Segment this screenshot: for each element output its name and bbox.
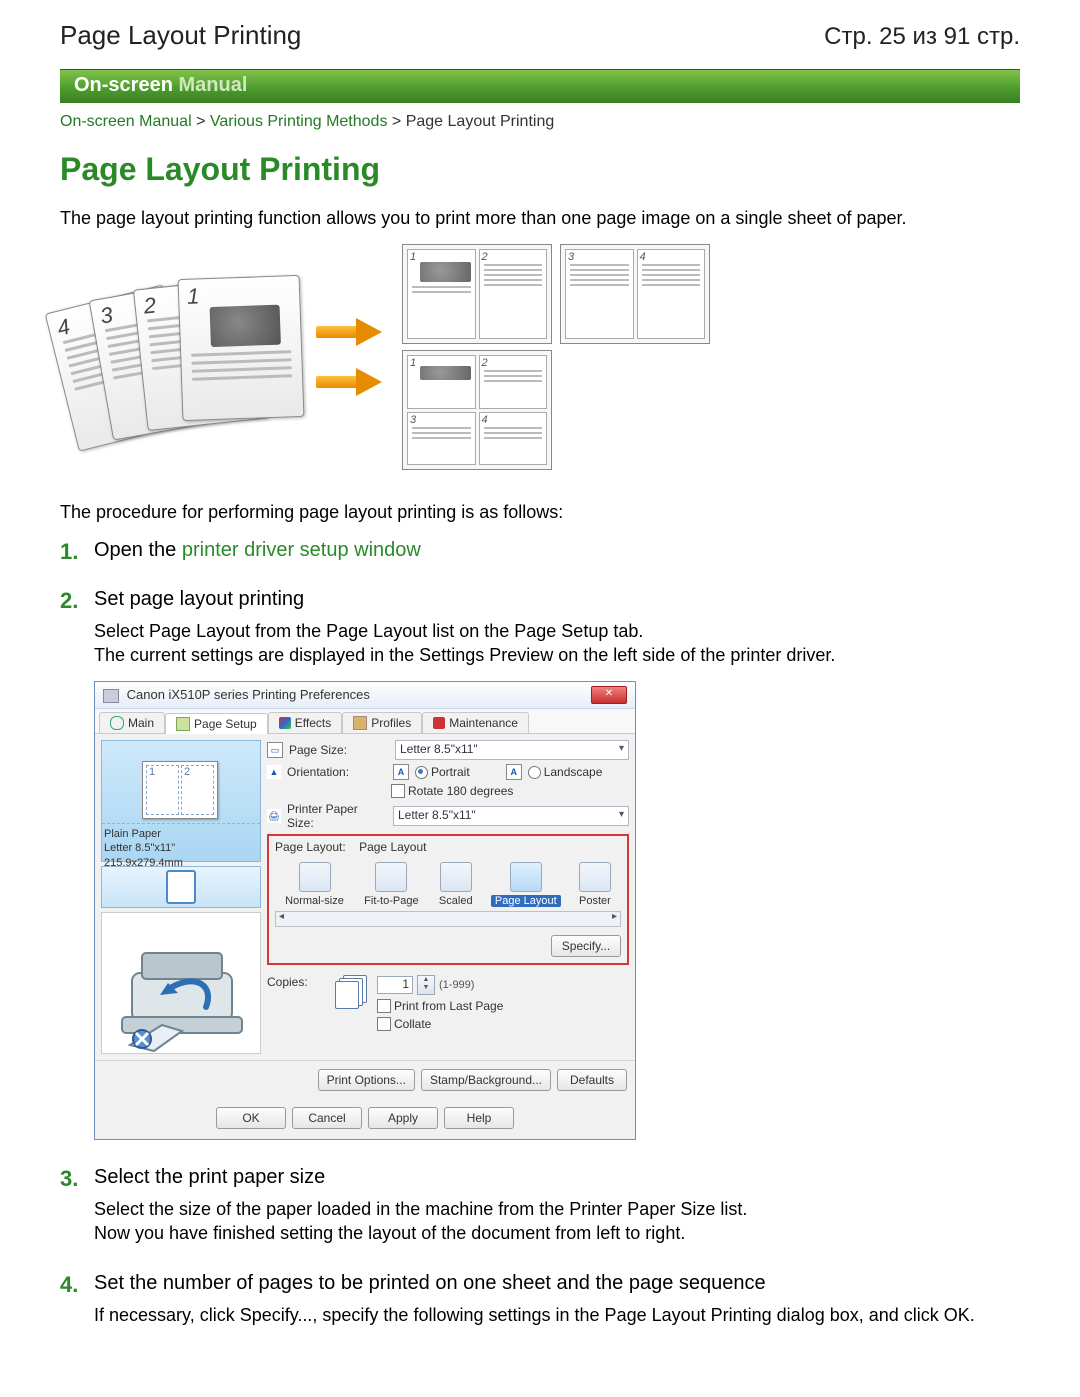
print-options-button[interactable]: Print Options... <box>318 1069 415 1091</box>
printer-illustration <box>101 912 261 1054</box>
page-icon <box>176 717 190 731</box>
layout-option-scaled[interactable]: Scaled <box>437 862 475 907</box>
copies-range: (1-999) <box>439 979 474 991</box>
page-layout-icon <box>510 862 542 892</box>
breadcrumb-current: Page Layout Printing <box>406 113 555 130</box>
page-header-title: Page Layout Printing <box>60 20 301 51</box>
stamp-background-button[interactable]: Stamp/Background... <box>421 1069 551 1091</box>
procedure-intro: The procedure for performing page layout… <box>60 500 1020 524</box>
normal-size-icon <box>299 862 331 892</box>
tab-maintenance[interactable]: Maintenance <box>422 712 529 733</box>
breadcrumb-link-manual[interactable]: On-screen Manual <box>60 113 192 130</box>
illustration-pages-stack: 4 3 2 1 <box>60 277 300 437</box>
printer-paper-size-combo[interactable]: Letter 8.5"x11" <box>393 806 629 826</box>
copies-icon <box>335 975 369 1005</box>
layout-option-poster[interactable]: Poster <box>577 862 613 907</box>
step4-title: Set the number of pages to be printed on… <box>94 1272 1020 1295</box>
portrait-radio[interactable]: Portrait <box>415 765 470 779</box>
apply-button[interactable]: Apply <box>368 1107 438 1129</box>
layout-option-normal[interactable]: Normal-size <box>283 862 346 907</box>
manual-banner: On-screen Manual <box>60 69 1020 103</box>
landscape-radio[interactable]: Landscape <box>528 765 603 779</box>
printer-icon <box>103 689 119 703</box>
page-layout-label: Page Layout: <box>275 840 346 854</box>
collate-checkbox[interactable]: Collate <box>377 1017 503 1031</box>
step1-prefix: Open the <box>94 539 182 561</box>
layout-option-fit[interactable]: Fit-to-Page <box>362 862 420 907</box>
specify-button[interactable]: Specify... <box>551 935 621 957</box>
illustration: 4 3 2 1 1 2 3 4 <box>60 244 1020 470</box>
step3-title: Select the print paper size <box>94 1166 1020 1189</box>
scaled-icon <box>440 862 472 892</box>
orientation-icon: ▲ <box>267 765 281 779</box>
step3-body-line1: Select the size of the paper loaded in t… <box>94 1197 1020 1221</box>
layout-scrollbar[interactable] <box>275 911 621 927</box>
step2-title: Set page layout printing <box>94 588 1020 611</box>
page-layout-group: Page Layout: Page Layout Normal-size Fit… <box>267 834 629 965</box>
tab-main[interactable]: Main <box>99 712 165 733</box>
orientation-label: Orientation: <box>287 765 387 779</box>
profiles-icon <box>353 716 367 730</box>
copies-spinner[interactable]: ▲▼ <box>417 975 435 995</box>
copies-label: Copies: <box>267 975 327 989</box>
breadcrumb-link-methods[interactable]: Various Printing Methods <box>210 113 388 130</box>
maintenance-icon <box>433 717 445 729</box>
printer-driver-link[interactable]: printer driver setup window <box>182 539 421 561</box>
page-size-label: Page Size: <box>289 743 389 757</box>
poster-icon <box>579 862 611 892</box>
layout-option-page-layout[interactable]: Page Layout <box>491 862 561 907</box>
tab-page-setup[interactable]: Page Setup <box>165 713 268 734</box>
paper-slot-icon <box>101 866 261 908</box>
intro-text: The page layout printing function allows… <box>60 206 1020 230</box>
breadcrumb-sep: > <box>392 113 406 130</box>
portrait-icon: A <box>393 764 409 780</box>
breadcrumb: On-screen Manual > Various Printing Meth… <box>60 113 1020 131</box>
printer-paper-icon: 🖨 <box>267 809 281 823</box>
arrow-icon <box>316 320 386 344</box>
illustration-result-sheets: 1 2 3 4 1 2 3 4 <box>402 244 710 470</box>
tab-effects[interactable]: Effects <box>268 712 342 733</box>
brush-icon <box>279 717 291 729</box>
fit-to-page-icon <box>375 862 407 892</box>
refresh-icon <box>110 716 124 730</box>
arrow-icon <box>316 370 386 394</box>
step2-body-line2: The current settings are displayed in th… <box>94 643 1020 667</box>
landscape-icon: A <box>506 764 522 780</box>
cancel-button[interactable]: Cancel <box>292 1107 362 1129</box>
preview-page-2: 2 <box>181 765 214 815</box>
settings-preview: 1 2 Plain Paper Letter 8.5"x11" 215.9x27… <box>101 740 261 862</box>
preview-page-1: 1 <box>146 765 179 815</box>
step2-body-line1: Select Page Layout from the Page Layout … <box>94 619 1020 643</box>
ok-button[interactable]: OK <box>216 1107 286 1129</box>
page-size-combo[interactable]: Letter 8.5"x11" <box>395 740 629 760</box>
page-size-icon: ▭ <box>267 742 283 758</box>
dialog-title: Canon iX510P series Printing Preferences <box>127 687 370 702</box>
copies-input[interactable]: 1 <box>377 976 413 994</box>
close-button[interactable]: ✕ <box>591 686 627 704</box>
breadcrumb-sep: > <box>196 113 210 130</box>
tab-profiles[interactable]: Profiles <box>342 712 422 733</box>
print-last-checkbox[interactable]: Print from Last Page <box>377 999 503 1013</box>
preview-paper-size: Letter 8.5"x11" 215.9x279.4mm <box>104 841 256 870</box>
help-button[interactable]: Help <box>444 1107 514 1129</box>
banner-manual: Manual <box>179 74 248 96</box>
preview-media-type: Plain Paper <box>104 827 256 841</box>
step3-body-line2: Now you have finished setting the layout… <box>94 1221 1020 1245</box>
printer-paper-size-label: Printer Paper Size: <box>287 802 387 830</box>
rotate-checkbox[interactable]: Rotate 180 degrees <box>391 784 513 798</box>
banner-on: On-screen <box>74 74 173 96</box>
printing-preferences-dialog: Canon iX510P series Printing Preferences… <box>94 681 636 1140</box>
page-layout-value: Page Layout <box>359 840 426 854</box>
defaults-button[interactable]: Defaults <box>557 1069 627 1091</box>
page-number: Стр. 25 из 91 стр. <box>824 23 1020 51</box>
page-title: Page Layout Printing <box>60 151 1020 188</box>
step4-body-line1: If necessary, click Specify..., specify … <box>94 1303 1020 1327</box>
